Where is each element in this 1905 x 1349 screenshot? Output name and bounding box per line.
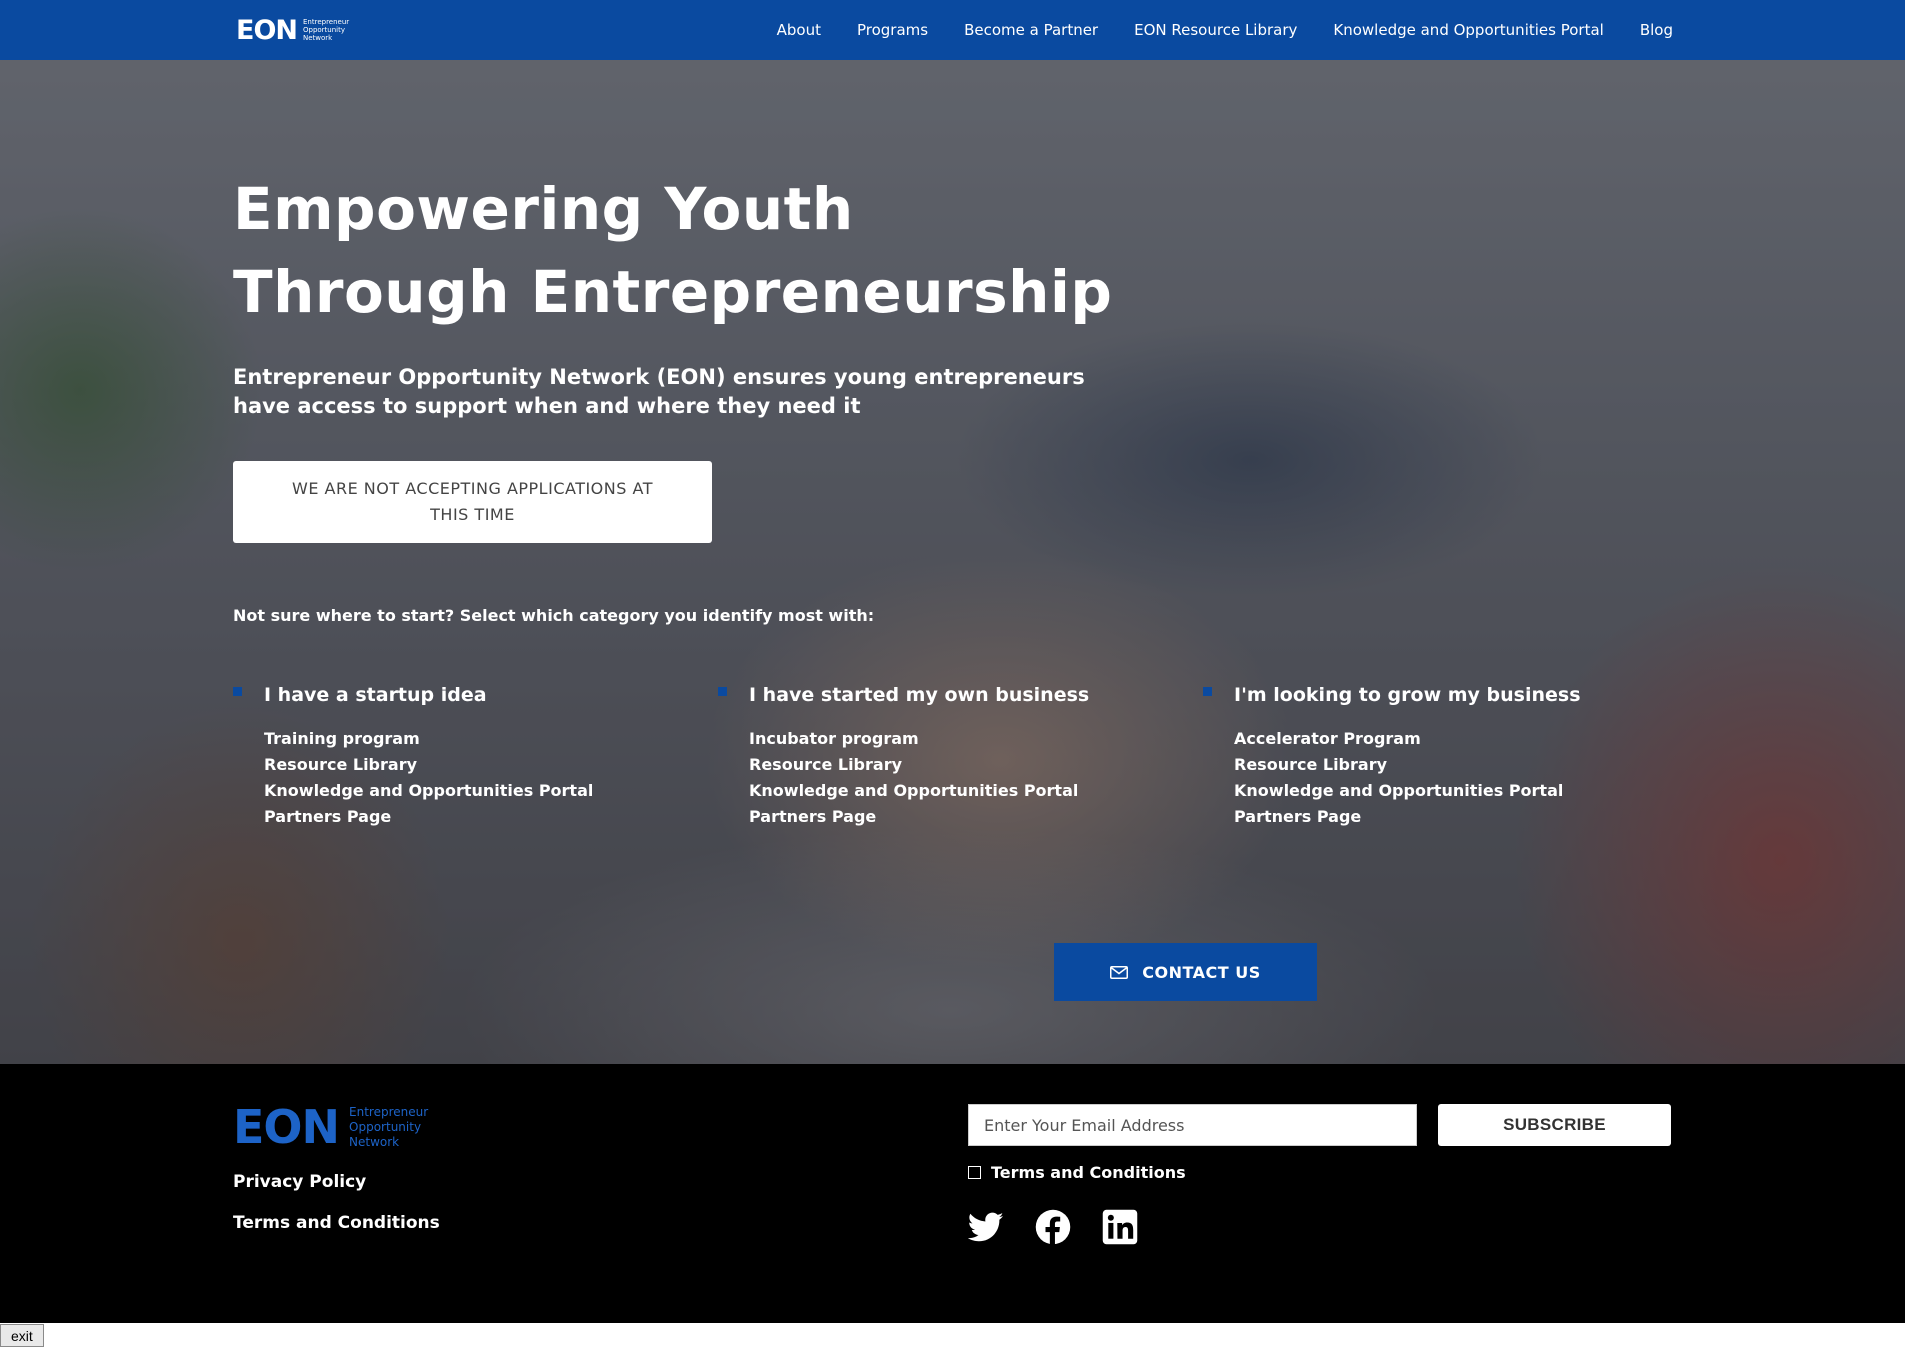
email-field[interactable]	[968, 1104, 1417, 1146]
terms-checkbox-label: Terms and Conditions	[991, 1163, 1186, 1182]
category-link[interactable]: Resource Library	[749, 752, 1078, 778]
hero-section: Empowering Youth Through Entrepreneurshi…	[0, 60, 1905, 1064]
category-prompt: Not sure where to start? Select which ca…	[233, 606, 875, 625]
category-link[interactable]: Partners Page	[749, 804, 1078, 830]
category-link[interactable]: Training program	[264, 726, 593, 752]
footer-eon-logo[interactable]: EON Entrepreneur Opportunity Network	[233, 1104, 428, 1150]
category-link[interactable]: Partners Page	[264, 804, 593, 830]
nav-link-about[interactable]: About	[777, 21, 821, 39]
category-link[interactable]: Incubator program	[749, 726, 1078, 752]
eon-logo[interactable]: EON Entrepreneur Opportunity Network	[236, 16, 349, 44]
logo-sub-line: Network	[303, 34, 333, 42]
hero-title-line: Empowering Youth	[233, 175, 854, 243]
footer: EON Entrepreneur Opportunity Network Pri…	[0, 1064, 1905, 1323]
nav-link-programs[interactable]: Programs	[857, 21, 928, 39]
logo-sub-line: Entrepreneur	[349, 1104, 429, 1119]
category-link[interactable]: Resource Library	[1234, 752, 1563, 778]
terms-link[interactable]: Terms and Conditions	[233, 1213, 440, 1233]
top-navbar: EON Entrepreneur Opportunity Network Abo…	[0, 0, 1905, 60]
envelope-icon	[1110, 965, 1129, 979]
privacy-policy-link[interactable]: Privacy Policy	[233, 1172, 366, 1192]
terms-checkbox-row: Terms and Conditions	[968, 1163, 1186, 1182]
exit-bar: exit	[0, 1323, 1905, 1349]
nav-link-blog[interactable]: Blog	[1640, 21, 1673, 39]
category-links: Accelerator Program Resource Library Kno…	[1234, 726, 1563, 830]
logo-sub-line: Entrepreneur	[303, 18, 350, 26]
applications-closed-notice[interactable]: WE ARE NOT ACCEPTING APPLICATIONS AT THI…	[233, 461, 712, 543]
category-title: I have started my own business	[749, 684, 1090, 706]
twitter-icon[interactable]	[968, 1209, 1004, 1245]
category-link[interactable]: Knowledge and Opportunities Portal	[1234, 778, 1563, 804]
social-links	[968, 1209, 1169, 1245]
nav-link-become-partner[interactable]: Become a Partner	[964, 21, 1098, 39]
logo-mark: EON	[233, 1100, 340, 1154]
logo-sub-line: Network	[349, 1134, 400, 1149]
category-title: I'm looking to grow my business	[1234, 684, 1581, 706]
nav-links: About Programs Become a Partner EON Reso…	[741, 0, 1673, 60]
hero-content: Empowering Youth Through Entrepreneurshi…	[233, 60, 1673, 1064]
category-link[interactable]: Partners Page	[1234, 804, 1563, 830]
category-link[interactable]: Knowledge and Opportunities Portal	[749, 778, 1078, 804]
logo-subtext: Entrepreneur Opportunity Network	[349, 1105, 428, 1150]
linkedin-icon[interactable]	[1102, 1209, 1138, 1245]
category-link[interactable]: Knowledge and Opportunities Portal	[264, 778, 593, 804]
logo-sub-line: Opportunity	[303, 26, 346, 34]
category-link[interactable]: Resource Library	[264, 752, 593, 778]
nav-link-resource-library[interactable]: EON Resource Library	[1134, 21, 1297, 39]
logo-mark: EON	[236, 14, 298, 46]
bullet-icon	[718, 687, 727, 696]
hero-subtitle: Entrepreneur Opportunity Network (EON) e…	[233, 365, 1085, 418]
category-links: Incubator program Resource Library Knowl…	[749, 726, 1078, 830]
nav-link-knowledge-portal[interactable]: Knowledge and Opportunities Portal	[1333, 21, 1603, 39]
category-links: Training program Resource Library Knowle…	[264, 726, 593, 830]
category-link[interactable]: Accelerator Program	[1234, 726, 1563, 752]
exit-button[interactable]: exit	[0, 1324, 44, 1347]
hero-title-line: Through Entrepreneurship	[233, 258, 1113, 326]
hero-title: Empowering Youth Through Entrepreneurshi…	[233, 168, 1112, 334]
facebook-icon[interactable]	[1035, 1209, 1071, 1245]
contact-us-button[interactable]: CONTACT US	[1054, 943, 1317, 1001]
logo-subtext: Entrepreneur Opportunity Network	[303, 18, 349, 42]
bullet-icon	[1203, 687, 1212, 696]
category-title: I have a startup idea	[264, 684, 487, 706]
logo-sub-line: Opportunity	[349, 1119, 422, 1134]
bullet-icon	[233, 687, 242, 696]
contact-us-label: CONTACT US	[1142, 962, 1261, 982]
subscribe-button[interactable]: SUBSCRIBE	[1438, 1104, 1671, 1146]
terms-checkbox[interactable]	[968, 1166, 981, 1179]
